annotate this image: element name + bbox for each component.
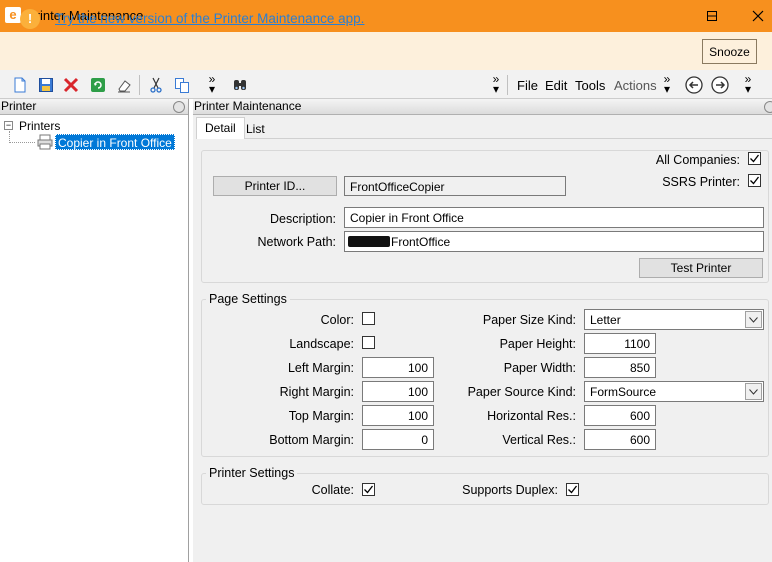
new-version-link[interactable]: Try the new version of the Printer Maint… xyxy=(55,11,364,26)
vertical-res-label: Vertical Res.: xyxy=(502,433,576,447)
collapse-icon[interactable]: − xyxy=(4,121,13,130)
cut-icon[interactable] xyxy=(147,76,165,94)
pin-icon[interactable] xyxy=(173,101,185,113)
printer-id-field[interactable]: FrontOfficeCopier xyxy=(344,176,566,196)
color-checkbox[interactable] xyxy=(362,312,375,325)
printer-id-button[interactable]: Printer ID... xyxy=(213,176,337,196)
tree-root-printers[interactable]: Printers xyxy=(19,119,60,133)
paper-source-kind-label: Paper Source Kind: xyxy=(467,385,576,399)
save-icon[interactable] xyxy=(37,76,55,94)
paper-source-kind-value: FormSource xyxy=(590,385,657,399)
binoculars-icon[interactable] xyxy=(231,76,249,94)
menu-actions[interactable]: Actions xyxy=(614,78,657,93)
chevron-down-icon[interactable] xyxy=(745,383,762,400)
paper-height-field[interactable]: 1100 xyxy=(584,333,656,354)
detail-pane-title: Printer Maintenance xyxy=(194,99,302,113)
vertical-res-field[interactable]: 600 xyxy=(584,429,656,450)
toolbar-overflow-icon[interactable]: » ▾ xyxy=(491,73,501,95)
back-icon[interactable] xyxy=(685,76,703,94)
supports-duplex-checkbox[interactable] xyxy=(566,483,579,496)
menu-overflow-icon[interactable]: » ▾ xyxy=(662,73,672,95)
toolbar-separator xyxy=(139,75,140,95)
description-label: Description: xyxy=(270,212,336,226)
horizontal-res-field[interactable]: 600 xyxy=(584,405,656,426)
left-margin-label: Left Margin: xyxy=(287,361,354,375)
paper-width-label: Paper Width: xyxy=(503,361,576,375)
page-settings-title: Page Settings xyxy=(206,292,290,306)
menu-tools[interactable]: Tools xyxy=(575,78,605,93)
paper-size-kind-label: Paper Size Kind: xyxy=(482,313,576,327)
refresh-icon[interactable] xyxy=(89,76,107,94)
printer-icon xyxy=(37,134,53,153)
right-margin-label: Right Margin: xyxy=(279,385,354,399)
checkmark-icon xyxy=(750,176,760,185)
landscape-label: Landscape: xyxy=(289,337,354,351)
tab-list[interactable]: List xyxy=(238,119,273,139)
all-companies-checkbox[interactable] xyxy=(748,152,761,165)
checkmark-icon xyxy=(568,485,578,494)
warning-icon: ! xyxy=(20,9,40,29)
clear-icon[interactable] xyxy=(115,76,133,94)
ssrs-printer-checkbox[interactable] xyxy=(748,174,761,187)
copy-icon[interactable] xyxy=(173,76,191,94)
redacted-mark xyxy=(348,236,390,247)
collate-checkbox[interactable] xyxy=(362,483,375,496)
toolbar-separator xyxy=(507,75,508,95)
maximize-button[interactable] xyxy=(689,0,735,32)
pin-icon[interactable] xyxy=(764,101,772,113)
top-margin-label: Top Margin: xyxy=(288,409,354,423)
tree-pane: Printer xyxy=(0,99,189,562)
horizontal-res-label: Horizontal Res.: xyxy=(487,409,576,423)
tree-item-printer[interactable]: Copier in Front Office xyxy=(55,134,175,150)
detail-pane-header: Printer Maintenance xyxy=(193,99,772,115)
bottom-margin-label: Bottom Margin: xyxy=(269,433,354,447)
test-printer-button[interactable]: Test Printer xyxy=(639,258,763,278)
top-margin-field[interactable]: 100 xyxy=(362,405,434,426)
paper-size-kind-value: Letter xyxy=(590,313,621,327)
checkmark-icon xyxy=(364,485,374,494)
left-margin-field[interactable]: 100 xyxy=(362,357,434,378)
all-companies-label: All Companies: xyxy=(655,153,740,167)
tree-pane-header: Printer xyxy=(0,99,188,115)
tree-pane-title: Printer xyxy=(1,99,37,113)
forward-icon[interactable] xyxy=(711,76,729,94)
color-label: Color: xyxy=(320,313,354,327)
update-banner xyxy=(0,32,772,70)
new-icon[interactable] xyxy=(11,76,29,94)
paper-source-kind-select[interactable]: FormSource xyxy=(584,381,764,402)
menu-file[interactable]: File xyxy=(517,78,538,93)
app-logo-icon: e xyxy=(5,7,21,23)
paper-size-kind-select[interactable]: Letter xyxy=(584,309,764,330)
chevron-down-icon[interactable] xyxy=(745,311,762,328)
landscape-checkbox[interactable] xyxy=(362,336,375,349)
menu-edit[interactable]: Edit xyxy=(545,78,567,93)
close-window-button[interactable] xyxy=(735,0,772,32)
supports-duplex-label: Supports Duplex: xyxy=(462,483,558,497)
checkmark-icon xyxy=(750,154,760,163)
network-path-field[interactable]: FrontOffice xyxy=(344,231,764,252)
tab-strip-line xyxy=(196,138,772,139)
paper-width-field[interactable]: 850 xyxy=(584,357,656,378)
network-path-label: Network Path: xyxy=(257,235,336,249)
paper-height-label: Paper Height: xyxy=(499,337,576,351)
collate-label: Collate: xyxy=(311,483,354,497)
more-icon[interactable]: » ▾ xyxy=(207,73,217,95)
bottom-margin-field[interactable]: 0 xyxy=(362,429,434,450)
snooze-button[interactable]: Snooze xyxy=(702,39,757,64)
ssrs-printer-label: SSRS Printer: xyxy=(662,175,740,189)
printer-settings-title: Printer Settings xyxy=(206,466,298,480)
delete-icon[interactable] xyxy=(62,76,80,94)
right-margin-field[interactable]: 100 xyxy=(362,381,434,402)
description-field[interactable]: Copier in Front Office xyxy=(344,207,764,228)
maximize-icon xyxy=(707,11,717,21)
nav-overflow-icon[interactable]: » ▾ xyxy=(743,73,753,95)
tree-line xyxy=(9,142,35,143)
close-icon xyxy=(752,10,764,22)
